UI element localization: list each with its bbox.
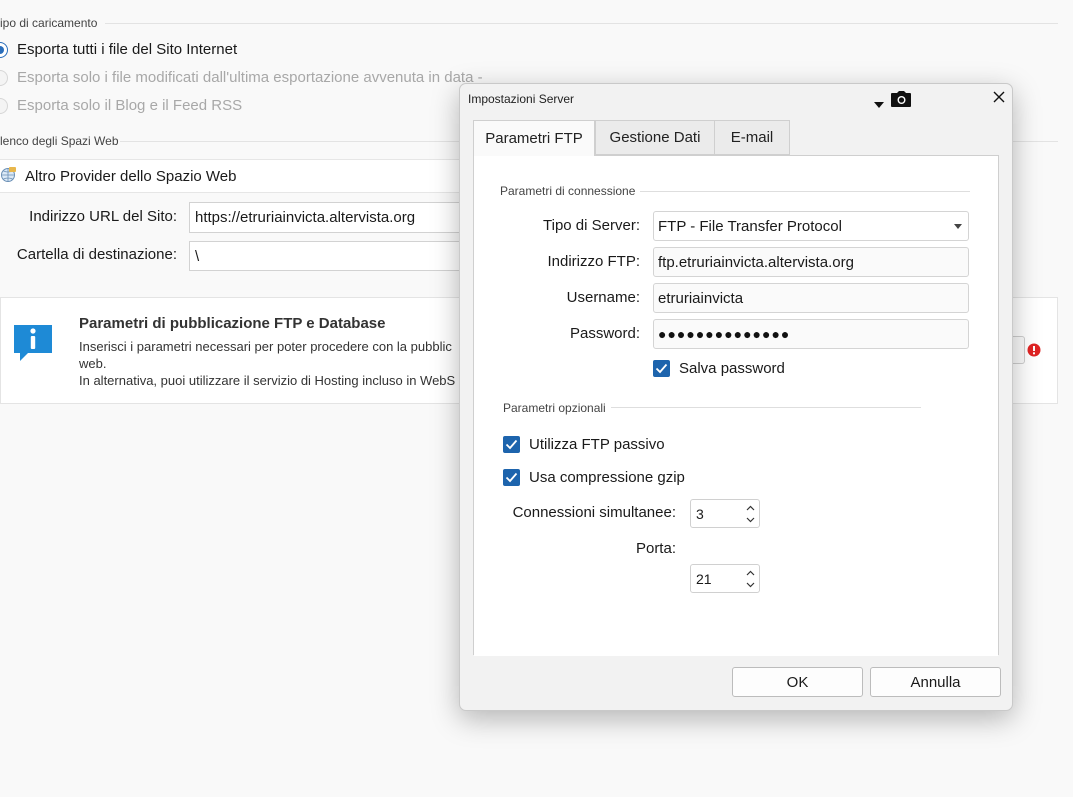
info-text-line-1: Inserisci i parametri necessari per pote… (79, 339, 452, 354)
connections-label: Connessioni simultanee: (512, 504, 676, 521)
password-mask: ●●●●●●●●●●●●●● (658, 326, 791, 342)
username-label: Username: (566, 289, 640, 306)
tab-email[interactable]: E-mail (714, 120, 790, 155)
section-divider (105, 23, 1058, 24)
provider-selector[interactable]: Altro Provider dello Spazio Web (0, 159, 460, 193)
passive-ftp-label: Utilizza FTP passivo (529, 436, 665, 453)
chevron-up-icon[interactable] (744, 502, 756, 513)
passive-ftp-checkbox[interactable]: Utilizza FTP passivo (503, 436, 665, 453)
radio-label: Esporta solo i file modificati dall'ulti… (17, 69, 483, 86)
tab-data-management[interactable]: Gestione Dati (595, 120, 715, 155)
radio-label: Esporta solo il Blog e il Feed RSS (17, 97, 243, 114)
radio-button[interactable] (0, 69, 8, 86)
radio-button[interactable] (0, 97, 8, 114)
provider-label: Altro Provider dello Spazio Web (25, 167, 237, 185)
username-field[interactable]: etruriainvicta (653, 283, 969, 313)
gzip-checkbox[interactable]: Usa compressione gzip (503, 469, 685, 486)
checkmark-icon[interactable] (503, 469, 520, 486)
save-password-label: Salva password (679, 360, 785, 377)
checkmark-icon[interactable] (503, 436, 520, 453)
server-type-label: Tipo di Server: (543, 217, 640, 234)
site-url-value: https://etruriainvicta.altervista.org (195, 209, 416, 226)
ftp-address-field[interactable]: ftp.etruriainvicta.altervista.org (653, 247, 969, 277)
server-settings-dialog: Impostazioni Server Parametri FTP Gestio… (459, 83, 1013, 711)
port-label: Porta: (635, 540, 676, 557)
chevron-down-icon[interactable] (744, 514, 756, 525)
camera-icon[interactable] (890, 91, 912, 113)
info-text-line-3: In alternativa, puoi utilizzare il servi… (79, 373, 456, 388)
chevron-up-icon[interactable] (744, 567, 756, 578)
info-title: Parametri di pubblicazione FTP e Databas… (79, 315, 386, 332)
chevron-down-icon (954, 223, 962, 229)
upload-section-title: ipo di caricamento (0, 16, 98, 30)
radio-button[interactable] (0, 41, 8, 58)
server-type-value: FTP - File Transfer Protocol (658, 217, 842, 235)
destination-folder-field[interactable]: \ (189, 241, 461, 271)
group-divider (611, 407, 921, 408)
group-divider (640, 191, 970, 192)
error-icon (1027, 343, 1041, 362)
radio-export-all[interactable]: Esporta tutti i file del Sito Internet (0, 41, 237, 58)
radio-label: Esporta tutti i file del Sito Internet (17, 41, 238, 58)
port-stepper[interactable]: 21 (690, 564, 760, 593)
destination-label: Cartella di destinazione: (16, 246, 177, 263)
webspace-section-title: lenco degli Spazi Web (0, 134, 119, 148)
password-field[interactable]: ●●●●●●●●●●●●●● (653, 319, 969, 349)
connections-stepper[interactable]: 3 (690, 499, 760, 528)
info-text-line-2: web. (79, 356, 107, 371)
url-label: Indirizzo URL del Sito: (29, 208, 177, 225)
connections-value: 3 (696, 505, 704, 522)
close-icon[interactable] (990, 88, 1008, 106)
cancel-button[interactable]: Annulla (870, 667, 1001, 697)
chevron-down-icon[interactable] (744, 579, 756, 590)
dialog-title: Impostazioni Server (468, 92, 575, 106)
destination-folder-value: \ (195, 247, 200, 265)
password-label: Password: (569, 325, 640, 342)
info-icon (12, 323, 56, 368)
ftp-address-label: Indirizzo FTP: (547, 253, 640, 270)
site-url-field[interactable]: https://etruriainvicta.altervista.org (189, 202, 461, 233)
tab-ftp-parameters[interactable]: Parametri FTP (473, 120, 595, 156)
port-value: 21 (696, 570, 712, 587)
globe-icon (0, 166, 17, 187)
checkmark-icon[interactable] (653, 360, 670, 377)
ftp-parameters-panel: Parametri di connessione Tipo di Server:… (473, 155, 999, 656)
ok-button[interactable]: OK (732, 667, 863, 697)
save-password-checkbox[interactable]: Salva password (653, 360, 785, 377)
username-value: etruriainvicta (658, 289, 744, 307)
configure-button-edge[interactable] (1013, 336, 1025, 364)
radio-export-blog[interactable]: Esporta solo il Blog e il Feed RSS (0, 97, 242, 114)
gzip-label: Usa compressione gzip (529, 469, 685, 486)
radio-export-modified[interactable]: Esporta solo i file modificati dall'ulti… (0, 69, 483, 86)
ftp-address-value: ftp.etruriainvicta.altervista.org (658, 253, 854, 271)
connection-group-title: Parametri di connessione (500, 184, 636, 198)
optional-group-title: Parametri opzionali (503, 401, 606, 415)
server-type-select[interactable]: FTP - File Transfer Protocol (653, 211, 969, 241)
dropdown-arrow-icon[interactable] (874, 96, 884, 114)
